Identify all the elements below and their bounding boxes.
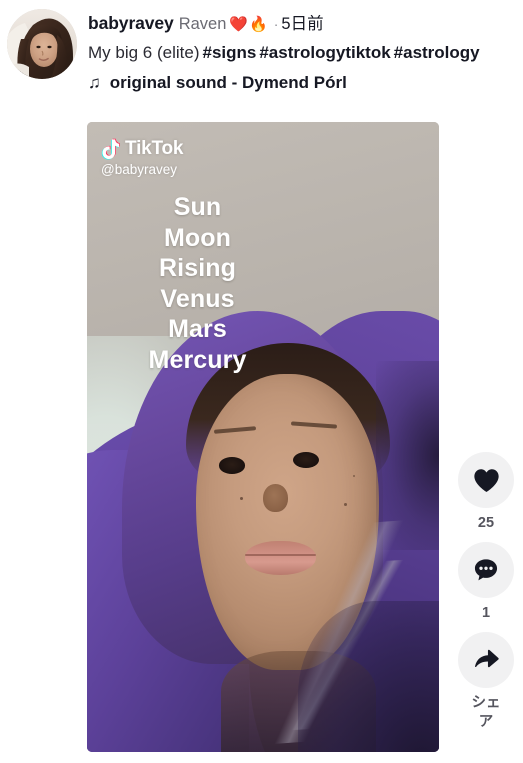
video-text-overlay: Sun Moon Rising Venus Mars Mercury (95, 192, 300, 375)
author-username[interactable]: babyravey (88, 13, 174, 33)
avatar-image (7, 9, 77, 79)
share-button[interactable] (458, 632, 514, 688)
hashtag-signs[interactable]: #signs (202, 43, 256, 62)
eye-left (219, 457, 246, 474)
comment-count: 1 (481, 605, 491, 621)
mole-left-cheek (240, 496, 244, 500)
watermark-handle: @babyravey (101, 162, 177, 177)
like-count: 25 (477, 515, 495, 531)
comment-action: 1 (455, 542, 517, 622)
comment-button[interactable] (458, 542, 514, 598)
like-button[interactable] (458, 452, 514, 508)
overlay-word-moon: Moon (163, 223, 232, 252)
watermark-row: TikTok (100, 138, 183, 160)
author-nickname: Raven (178, 15, 227, 33)
post-header: babyravey Raven ❤️🔥 · 5日前 My big 6 (elite) #s… (0, 0, 523, 118)
meta-separator: · (273, 16, 279, 32)
overlay-word-mercury: Mercury (148, 345, 247, 374)
music-title[interactable]: original sound - Dymend Pórl (110, 71, 347, 94)
heart-icon (473, 468, 499, 492)
action-rail: 25 1 シェア (455, 452, 517, 742)
author-line: babyravey Raven ❤️🔥 · 5日前 (88, 12, 519, 36)
like-action: 25 (455, 452, 517, 532)
video-player[interactable]: TikTok @babyravey Sun Moon Rising Venus … (87, 122, 439, 752)
music-row[interactable]: ♫ original sound - Dymend Pórl (88, 71, 519, 94)
post-timestamp: 5日前 (281, 15, 324, 33)
share-icon (474, 649, 499, 668)
nose (263, 484, 288, 512)
comment-icon (474, 559, 498, 581)
author-emoji: ❤️🔥 (229, 16, 269, 33)
post-caption: My big 6 (elite) #signs #astrologytiktok #a… (88, 41, 519, 64)
avatar[interactable] (7, 9, 77, 79)
shadow-right (375, 361, 439, 551)
share-action: シェア (455, 632, 517, 732)
watermark-brand: TikTok (125, 138, 184, 159)
tiktok-logo-icon (101, 138, 120, 160)
hashtag-astrologytiktok[interactable]: #astrologytiktok (259, 43, 390, 62)
music-note-icon: ♫ (88, 73, 101, 92)
overlay-word-rising: Rising (159, 254, 236, 282)
caption-text: My big 6 (elite) (88, 43, 200, 62)
overlay-word-sun: Sun (173, 193, 222, 221)
hashtag-astrology[interactable]: #astrology (394, 43, 480, 62)
overlay-word-mars: Mars (168, 315, 227, 343)
share-label: シェア (471, 695, 501, 730)
post-meta: babyravey Raven ❤️🔥 · 5日前 My big 6 (elite) #s… (88, 12, 519, 94)
overlay-word-venus: Venus (160, 284, 235, 313)
tiktok-watermark: TikTok @babyravey (100, 138, 183, 177)
